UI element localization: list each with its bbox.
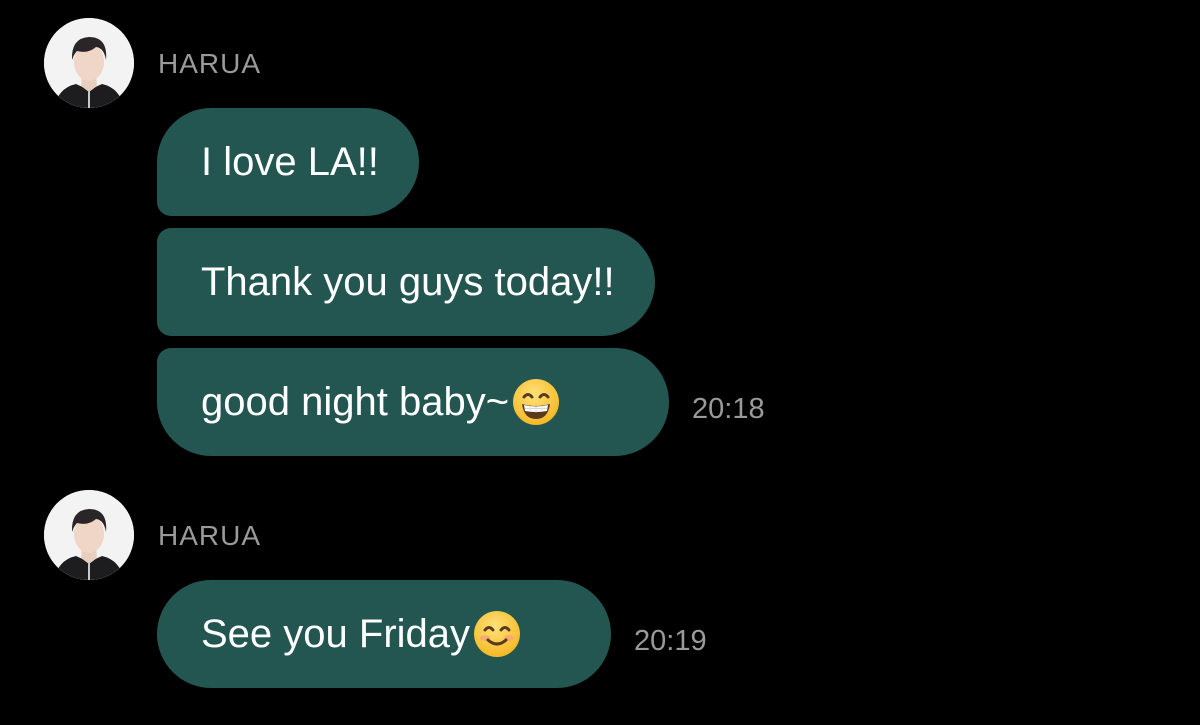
- sender-name: HARUA: [158, 520, 262, 551]
- message-text: good night baby~: [201, 379, 510, 424]
- message-timestamp: 20:19: [634, 625, 707, 657]
- message-bubble[interactable]: good night baby~: [157, 348, 669, 456]
- avatar[interactable]: [44, 490, 134, 580]
- chat-screen: HARUA I love LA!! Thank you guys today!!…: [0, 0, 1200, 725]
- avatar[interactable]: [44, 18, 134, 108]
- message-text: I love LA!!: [201, 139, 379, 184]
- message-bubble[interactable]: I love LA!!: [157, 108, 419, 216]
- sender-name: HARUA: [158, 48, 262, 79]
- message-timestamp: 20:18: [692, 393, 765, 425]
- grinning-face-emoji-icon: [511, 377, 561, 427]
- avatar-photo-icon: [44, 18, 134, 108]
- message-bubble[interactable]: See you Friday: [157, 580, 611, 688]
- smiling-face-emoji-icon: [472, 609, 522, 659]
- message-text: Thank you guys today!!: [201, 259, 615, 304]
- message-text: See you Friday: [201, 611, 471, 656]
- avatar-photo-icon: [44, 490, 134, 580]
- message-bubble[interactable]: Thank you guys today!!: [157, 228, 655, 336]
